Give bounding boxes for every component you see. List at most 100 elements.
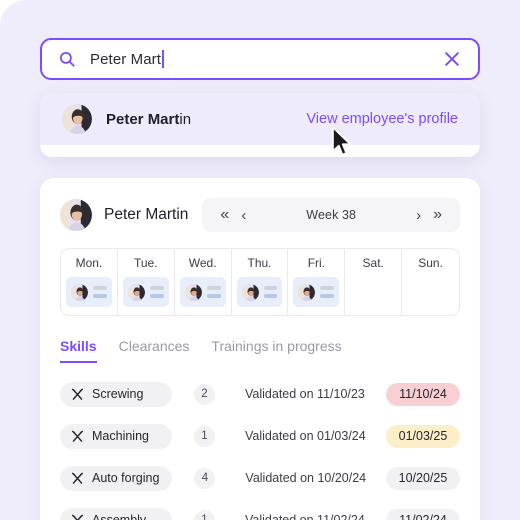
avatar-image [60,199,92,231]
skill-name: Assembly [92,513,147,520]
page-corner [0,0,26,26]
shift-placeholder-lines [206,286,221,298]
tools-icon [71,472,84,484]
day-column[interactable]: Sat. [345,249,403,315]
skill-name: Screwing [92,387,144,401]
chevrons-left-icon[interactable]: « [214,203,235,227]
search-input-value: Peter Mart [90,50,162,68]
day-label: Fri. [307,256,326,270]
avatar-image [298,283,316,301]
avatar-image [241,283,259,301]
skill-pill[interactable]: Auto forging [60,465,173,491]
day-column[interactable]: Fri. [288,249,346,315]
shift-line [206,294,221,298]
skill-row[interactable]: Auto forging 4 Validated on 10/20/24 10/20/… [60,461,460,495]
text-caret [162,50,164,68]
tab-skills[interactable]: Skills [60,338,97,363]
skill-expiry-badge: 11/02/24 [386,508,460,520]
skill-validated-date: Validated on 11/02/24 [245,513,365,520]
day-label: Tue. [133,256,158,270]
shift-line [149,286,164,290]
search-value-wrap: Peter Mart [90,50,440,68]
skill-pill[interactable]: Assembly [60,507,172,520]
day-column[interactable]: Mon. [61,249,118,315]
clear-search-button[interactable] [440,47,464,71]
shift-block[interactable] [236,277,283,307]
avatar [241,283,259,301]
avatar-image [62,104,92,134]
shift-line [93,294,107,298]
tab-clearances[interactable]: Clearances [119,338,190,363]
day-column[interactable]: Thu. [232,249,289,315]
skill-name: Machining [92,429,149,443]
shift-block[interactable] [179,277,226,307]
tools-icon [71,514,84,520]
day-label: Sun. [418,256,443,270]
skill-validated-date: Validated on 10/20/24 [245,471,367,485]
skill-validated-date: Validated on 01/03/24 [245,429,366,443]
shift-line [149,294,164,298]
week-navigator: « ‹ Week 38 › » [202,198,460,232]
shift-placeholder-lines [93,286,107,298]
search-input[interactable]: Peter Mart [40,38,480,80]
avatar [60,199,92,231]
skill-validated-date: Validated on 11/10/23 [245,387,365,401]
close-icon [445,52,459,66]
skill-expiry-badge: 01/03/25 [386,424,460,448]
avatar [127,283,145,301]
skill-expiry-badge: 11/10/24 [386,382,460,406]
skill-count-badge: 1 [194,509,215,520]
avatar-image [127,283,145,301]
shift-placeholder-lines [320,286,335,298]
chevron-right-icon[interactable]: › [410,204,427,227]
shift-block[interactable] [122,277,169,307]
shift-block[interactable] [66,277,112,307]
day-column[interactable]: Sun. [402,249,459,315]
profile-name: Peter Martin [104,206,189,223]
week-schedule-grid: Mon. Tue. Wed. Thu. Fri. Sat. Sun. [60,248,460,316]
search-results-dropdown: Peter Martin View employee's profile [40,93,480,157]
shift-line [263,294,278,298]
search-result-name: Peter Martin [106,111,191,128]
skill-row[interactable]: Screwing 2 Validated on 11/10/23 11/10/24 [60,377,460,411]
week-label: Week 38 [306,208,357,222]
avatar [184,283,202,301]
profile-header: Peter Martin « ‹ Week 38 › » [60,196,460,234]
skill-count-badge: 1 [194,425,215,447]
shift-line [320,294,335,298]
shift-line [206,286,221,290]
day-column[interactable]: Tue. [118,249,175,315]
search-result-name-match: Peter Mart [106,110,180,128]
chevron-left-icon[interactable]: ‹ [235,204,252,227]
day-label: Wed. [188,256,217,270]
day-label: Mon. [75,256,103,270]
tools-icon [71,430,84,442]
avatar-image [184,283,202,301]
employee-profile-card: Peter Martin « ‹ Week 38 › » Mon. Tue. W… [40,178,480,520]
avatar [298,283,316,301]
chevrons-right-icon[interactable]: » [427,203,448,227]
shift-line [320,286,335,290]
day-label: Thu. [247,256,272,270]
day-column[interactable]: Wed. [175,249,232,315]
avatar [71,283,88,301]
tools-icon [71,388,84,400]
skill-pill[interactable]: Machining [60,423,172,449]
tab-trainings-in-progress[interactable]: Trainings in progress [211,338,341,363]
view-employee-profile-link[interactable]: View employee's profile [306,111,458,127]
search-icon [59,51,75,67]
shift-line [263,286,278,290]
search-area: Peter Mart [40,38,480,80]
shift-block[interactable] [293,277,340,307]
shift-placeholder-lines [263,286,278,298]
skill-row[interactable]: Assembly 1 Validated on 11/02/24 11/02/24 [60,503,460,520]
skill-name: Auto forging [92,471,160,485]
skill-count-badge: 4 [194,467,216,489]
day-label: Sat. [362,256,384,270]
search-result-name-rest: in [179,110,192,128]
shift-placeholder-lines [149,286,164,298]
search-result-row[interactable]: Peter Martin View employee's profile [40,93,480,145]
skill-row[interactable]: Machining 1 Validated on 01/03/24 01/03/25 [60,419,460,453]
avatar-image [71,283,88,301]
skill-pill[interactable]: Screwing [60,381,172,407]
